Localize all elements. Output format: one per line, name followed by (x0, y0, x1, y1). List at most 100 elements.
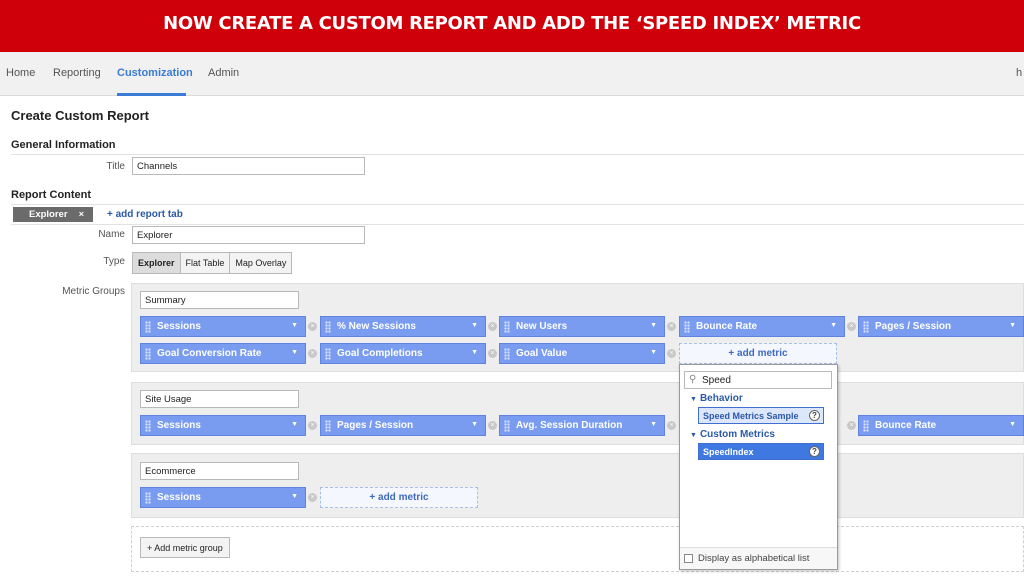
remove-icon[interactable]: × (847, 322, 856, 331)
divider (11, 224, 1024, 225)
metric-pill[interactable]: Sessions ▼ (140, 415, 306, 436)
type-map-overlay-button[interactable]: Map Overlay (230, 253, 291, 273)
metric-label: Goal Conversion Rate (157, 348, 262, 359)
metric-pill[interactable]: Pages / Session ▼ (320, 415, 486, 436)
tutorial-banner: NOW CREATE A CUSTOM REPORT AND ADD THE ‘… (0, 0, 1024, 52)
remove-icon[interactable]: × (667, 322, 676, 331)
alphabetical-list-toggle[interactable]: Display as alphabetical list (680, 547, 837, 569)
drag-handle-icon[interactable] (863, 420, 869, 432)
remove-icon[interactable]: × (308, 493, 317, 502)
drag-handle-icon[interactable] (325, 420, 331, 432)
drag-handle-icon[interactable] (504, 348, 510, 360)
metric-group-name-field[interactable]: Site Usage (140, 390, 299, 408)
metric-pill[interactable]: New Users ▼ (499, 316, 665, 337)
metric-option-speed-metrics-sample[interactable]: Speed Metrics Sample ? (698, 407, 824, 424)
drag-handle-icon[interactable] (145, 420, 151, 432)
metric-label: Sessions (157, 420, 201, 431)
chevron-down-icon[interactable]: ▼ (650, 322, 657, 329)
chevron-down-icon[interactable]: ▼ (650, 349, 657, 356)
metric-option-label: SpeedIndex (703, 447, 754, 457)
metric-group-name-field[interactable]: Ecommerce (140, 462, 299, 480)
add-metric-group-button[interactable]: + Add metric group (140, 537, 230, 558)
add-metric-group-area (131, 526, 1024, 572)
metric-groups-label: Metric Groups (62, 286, 125, 297)
title-label: Title (106, 161, 125, 172)
drag-handle-icon[interactable] (145, 348, 151, 360)
chevron-down-icon[interactable]: ▼ (1009, 421, 1016, 428)
type-flat-table-button[interactable]: Flat Table (181, 253, 231, 273)
metric-pill[interactable]: Sessions ▼ (140, 487, 306, 508)
drag-handle-icon[interactable] (504, 420, 510, 432)
remove-icon[interactable]: × (308, 421, 317, 430)
remove-icon[interactable]: × (488, 349, 497, 358)
drag-handle-icon[interactable] (325, 348, 331, 360)
remove-icon[interactable]: × (308, 322, 317, 331)
remove-icon[interactable]: × (667, 349, 676, 358)
metric-pill[interactable]: % New Sessions ▼ (320, 316, 486, 337)
nav-customization[interactable]: Customization (117, 67, 193, 79)
chevron-down-icon[interactable]: ▼ (471, 322, 478, 329)
chevron-down-icon[interactable]: ▼ (471, 349, 478, 356)
drag-handle-icon[interactable] (863, 321, 869, 333)
chevron-down-icon[interactable]: ▼ (291, 421, 298, 428)
nav-admin[interactable]: Admin (208, 67, 239, 79)
metric-pill[interactable]: Goal Completions ▼ (320, 343, 486, 364)
report-tab-explorer[interactable]: Explorer × (13, 207, 93, 222)
metric-label: % New Sessions (337, 321, 416, 332)
type-selector: Explorer Flat Table Map Overlay (132, 252, 293, 274)
metric-pill[interactable]: Avg. Session Duration ▼ (499, 415, 665, 436)
page-title: Create Custom Report (11, 108, 149, 123)
drag-handle-icon[interactable] (145, 321, 151, 333)
metric-pill[interactable]: Bounce Rate ▼ (679, 316, 845, 337)
remove-icon[interactable]: × (847, 421, 856, 430)
metric-pill[interactable]: Goal Value ▼ (499, 343, 665, 364)
metric-option-speedindex[interactable]: SpeedIndex ? (698, 443, 824, 460)
metric-search-input[interactable]: ⚲ Speed (684, 371, 832, 389)
name-field[interactable]: Explorer (132, 226, 365, 244)
type-explorer-button[interactable]: Explorer (133, 253, 181, 273)
general-information-heading: General Information (11, 139, 116, 151)
user-menu[interactable]: h (1016, 67, 1022, 79)
metric-label: Pages / Session (337, 420, 414, 431)
help-icon[interactable]: ? (809, 446, 820, 457)
metric-label: Goal Value (516, 348, 568, 359)
help-icon[interactable]: ? (809, 410, 820, 421)
nav-reporting[interactable]: Reporting (53, 67, 101, 79)
drag-handle-icon[interactable] (325, 321, 331, 333)
metric-option-label: Speed Metrics Sample (703, 411, 799, 421)
drag-handle-icon[interactable] (145, 492, 151, 504)
category-behavior[interactable]: ▼ Behavior (690, 393, 743, 404)
metric-group-name-field[interactable]: Summary (140, 291, 299, 309)
add-metric-button[interactable]: + add metric (320, 487, 478, 508)
metric-pill[interactable]: Sessions ▼ (140, 316, 306, 337)
remove-icon[interactable]: × (667, 421, 676, 430)
drag-handle-icon[interactable] (504, 321, 510, 333)
metric-label: Goal Completions (337, 348, 423, 359)
search-icon: ⚲ (689, 374, 697, 385)
close-icon[interactable]: × (79, 209, 84, 219)
metric-label: Avg. Session Duration (516, 420, 623, 431)
chevron-down-icon[interactable]: ▼ (830, 322, 837, 329)
chevron-down-icon[interactable]: ▼ (291, 493, 298, 500)
chevron-down-icon[interactable]: ▼ (650, 421, 657, 428)
remove-icon[interactable]: × (488, 421, 497, 430)
title-field[interactable]: Channels (132, 157, 365, 175)
drag-handle-icon[interactable] (684, 321, 690, 333)
category-custom-metrics[interactable]: ▼ Custom Metrics (690, 429, 775, 440)
remove-icon[interactable]: × (488, 322, 497, 331)
metric-search-value: Speed (702, 375, 731, 386)
chevron-down-icon[interactable]: ▼ (1009, 322, 1016, 329)
add-metric-button[interactable]: + add metric (679, 343, 837, 364)
chevron-down-icon[interactable]: ▼ (291, 349, 298, 356)
nav-home[interactable]: Home (6, 67, 35, 79)
checkbox[interactable] (684, 554, 693, 563)
chevron-down-icon[interactable]: ▼ (471, 421, 478, 428)
name-label: Name (98, 229, 125, 240)
add-report-tab-link[interactable]: + add report tab (107, 209, 183, 220)
banner-text: NOW CREATE A CUSTOM REPORT AND ADD THE ‘… (163, 13, 861, 34)
metric-pill[interactable]: Bounce Rate ▼ (858, 415, 1024, 436)
metric-pill[interactable]: Goal Conversion Rate ▼ (140, 343, 306, 364)
chevron-down-icon[interactable]: ▼ (291, 322, 298, 329)
metric-pill[interactable]: Pages / Session ▼ (858, 316, 1024, 337)
remove-icon[interactable]: × (308, 349, 317, 358)
